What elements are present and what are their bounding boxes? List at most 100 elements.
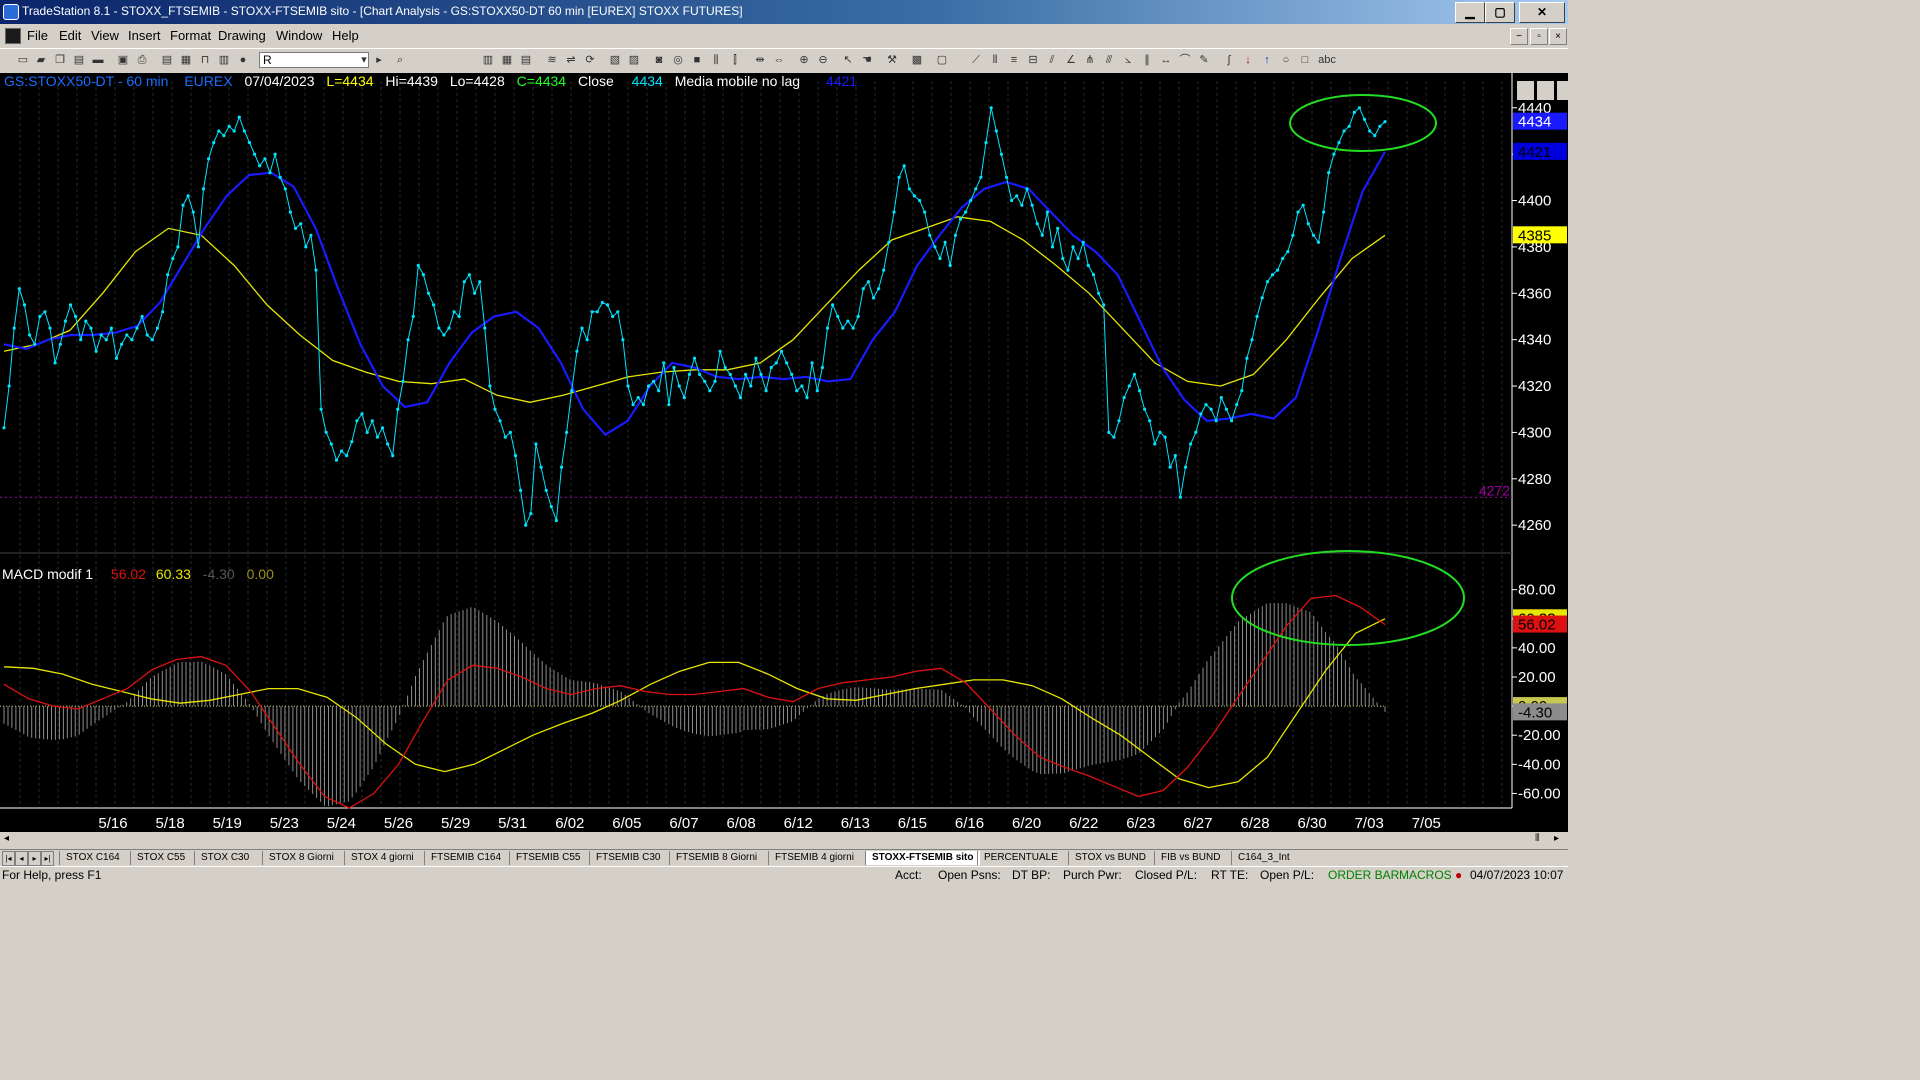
- trendline-icon[interactable]: ⟋: [969, 54, 983, 67]
- tab-ftsemib-8-giorni[interactable]: FTSEMIB 8 Giorni: [669, 851, 763, 865]
- drawing-object-icon[interactable]: ▢: [935, 54, 949, 67]
- mdi-restore-button[interactable]: ▫: [1530, 28, 1548, 45]
- tab-stox-c55[interactable]: STOX C55: [130, 851, 191, 865]
- ellipse-icon[interactable]: ○: [1279, 54, 1293, 67]
- tab-first-icon[interactable]: |◂: [2, 851, 15, 866]
- layout-icon[interactable]: ▦: [179, 54, 193, 67]
- maximize-button[interactable]: ▢: [1485, 2, 1515, 23]
- status-macros[interactable]: MACROS: [1399, 868, 1452, 882]
- grid-icon[interactable]: ▦: [500, 54, 514, 67]
- close-button[interactable]: ✕: [1519, 2, 1565, 23]
- menu-view[interactable]: View: [91, 28, 119, 43]
- tab-ftsemib-c164[interactable]: FTSEMIB C164: [424, 851, 507, 865]
- menu-help[interactable]: Help: [332, 28, 359, 43]
- hand-pointer-icon[interactable]: ☚: [860, 54, 874, 67]
- tab-stox-4-giorni[interactable]: STOX 4 giorni: [344, 851, 420, 865]
- refresh-icon[interactable]: ⟳: [583, 54, 597, 67]
- horizontal-lines-icon[interactable]: ≡: [1007, 54, 1021, 67]
- bar-chart-icon[interactable]: ▥: [481, 54, 495, 67]
- pencil-icon[interactable]: ✎: [1197, 54, 1211, 67]
- find-icon[interactable]: ⌕: [393, 54, 407, 67]
- print-icon[interactable]: ⎙: [135, 54, 149, 67]
- paste-icon[interactable]: ▤: [72, 54, 86, 67]
- chevron-down-icon[interactable]: ▾: [357, 54, 371, 67]
- regression-icon[interactable]: ⊟: [1026, 54, 1040, 67]
- mdi-minimize-button[interactable]: −: [1510, 28, 1528, 45]
- lock-icon[interactable]: ⊓: [198, 54, 212, 67]
- curve-icon[interactable]: ∫: [1222, 54, 1236, 67]
- tab-ftsemib-c55[interactable]: FTSEMIB C55: [509, 851, 586, 865]
- camera-icon[interactable]: ◙: [652, 54, 666, 67]
- tab-percentuale[interactable]: PERCENTUALE: [977, 851, 1064, 865]
- tab-fib-vs-bund[interactable]: FIB vs BUND: [1154, 851, 1226, 865]
- format-icon[interactable]: ▧: [608, 54, 622, 67]
- tab-stox-c164[interactable]: STOX C164: [59, 851, 126, 865]
- channel-icon[interactable]: ⫽: [1045, 54, 1059, 67]
- arrow-up-icon[interactable]: ↑: [1260, 54, 1274, 67]
- symbol-input[interactable]: R: [259, 52, 369, 68]
- candle-icon[interactable]: ⫼: [709, 54, 723, 67]
- menu-window[interactable]: Window: [276, 28, 322, 43]
- zoom-in-icon[interactable]: ⊕: [797, 54, 811, 67]
- tab-stox-8-giorni[interactable]: STOX 8 Giorni: [262, 851, 340, 865]
- menu-edit[interactable]: Edit: [59, 28, 81, 43]
- subwindow-minimize-button[interactable]: [1517, 81, 1534, 100]
- tab-stox-vs-bund[interactable]: STOX vs BUND: [1068, 851, 1152, 865]
- horizontal-scrollbar[interactable]: ◂ ⦀ ▸: [0, 832, 1568, 848]
- tab-prev-icon[interactable]: ◂: [15, 851, 28, 866]
- menu-drawing[interactable]: Drawing: [218, 28, 266, 43]
- chart-canvas[interactable]: 4272 44404420440043804360434043204300428…: [0, 73, 1568, 838]
- subwindow-restore-button[interactable]: [1537, 81, 1554, 100]
- arrow-horizontal-icon[interactable]: ↔: [1159, 54, 1173, 67]
- open-icon[interactable]: ▰: [34, 54, 48, 67]
- strategy-icon[interactable]: ⇌: [564, 54, 578, 67]
- tab-stox-c30[interactable]: STOX C30: [194, 851, 255, 865]
- menu-insert[interactable]: Insert: [128, 28, 161, 43]
- matrix-icon[interactable]: ■: [690, 54, 704, 67]
- tab-c164-3-int[interactable]: C164_3_Int: [1231, 851, 1296, 865]
- angle-icon[interactable]: ∠: [1064, 54, 1078, 67]
- subwindow-close-button[interactable]: [1557, 81, 1568, 100]
- status-order-bar[interactable]: ORDER BAR: [1328, 868, 1399, 882]
- tools-icon[interactable]: ⚒: [885, 54, 899, 67]
- fibonacci-icon[interactable]: ⫻: [1102, 54, 1116, 67]
- bars-icon[interactable]: ⫿: [728, 54, 742, 67]
- new-icon[interactable]: ▭: [16, 54, 30, 67]
- expand-icon[interactable]: ⇔: [772, 54, 786, 67]
- scroll-right-icon[interactable]: ▸: [1554, 833, 1559, 844]
- indicator-icon[interactable]: ≋: [545, 54, 559, 67]
- menu-file[interactable]: File: [27, 28, 48, 43]
- table-icon[interactable]: ▤: [519, 54, 533, 67]
- minimize-button[interactable]: ▁: [1455, 2, 1485, 23]
- vertical-lines-icon[interactable]: ⦀: [988, 54, 1002, 67]
- go-arrow-icon[interactable]: ▸: [372, 54, 386, 67]
- arrow-down-icon[interactable]: ↓: [1241, 54, 1255, 67]
- format-symbol-icon[interactable]: ▨: [627, 54, 641, 67]
- scanner-icon[interactable]: ◎: [671, 54, 685, 67]
- menu-format[interactable]: Format: [170, 28, 211, 43]
- chart-window-icon[interactable]: [5, 28, 21, 44]
- tab-next-icon[interactable]: ▸: [28, 851, 41, 866]
- compress-icon[interactable]: ⇹: [753, 54, 767, 67]
- arc-icon[interactable]: ⌒: [1178, 54, 1192, 67]
- tab-last-icon[interactable]: ▸|: [41, 851, 54, 866]
- tab-stoxx-ftsemib-sito[interactable]: STOXX-FTSEMIB sito: [865, 851, 980, 865]
- text-tool-icon[interactable]: abc: [1317, 54, 1337, 67]
- pointer-icon[interactable]: ↖: [841, 54, 855, 67]
- speed-line-icon[interactable]: ⦣: [1121, 54, 1135, 67]
- scroll-left-icon[interactable]: ◂: [4, 833, 9, 844]
- data-window-icon[interactable]: ▩: [910, 54, 924, 67]
- workspace-icon[interactable]: ▥: [217, 54, 231, 67]
- folder-icon[interactable]: ▬: [91, 54, 105, 67]
- tab-ftsemib-4-giorni[interactable]: FTSEMIB 4 giorni: [768, 851, 860, 865]
- mdi-close-button[interactable]: ×: [1549, 28, 1567, 45]
- window-icon[interactable]: ▤: [160, 54, 174, 67]
- scroll-thumb-icon[interactable]: ⦀: [1535, 833, 1539, 844]
- parallel-icon[interactable]: ∥: [1140, 54, 1154, 67]
- globe-icon[interactable]: ●: [236, 54, 250, 67]
- copy-icon[interactable]: ❐: [53, 54, 67, 67]
- chart-panel[interactable]: 4272 44404420440043804360434043204300428…: [0, 73, 1568, 838]
- tab-ftsemib-c30[interactable]: FTSEMIB C30: [589, 851, 666, 865]
- save-icon[interactable]: ▣: [116, 54, 130, 67]
- zoom-out-icon[interactable]: ⊖: [816, 54, 830, 67]
